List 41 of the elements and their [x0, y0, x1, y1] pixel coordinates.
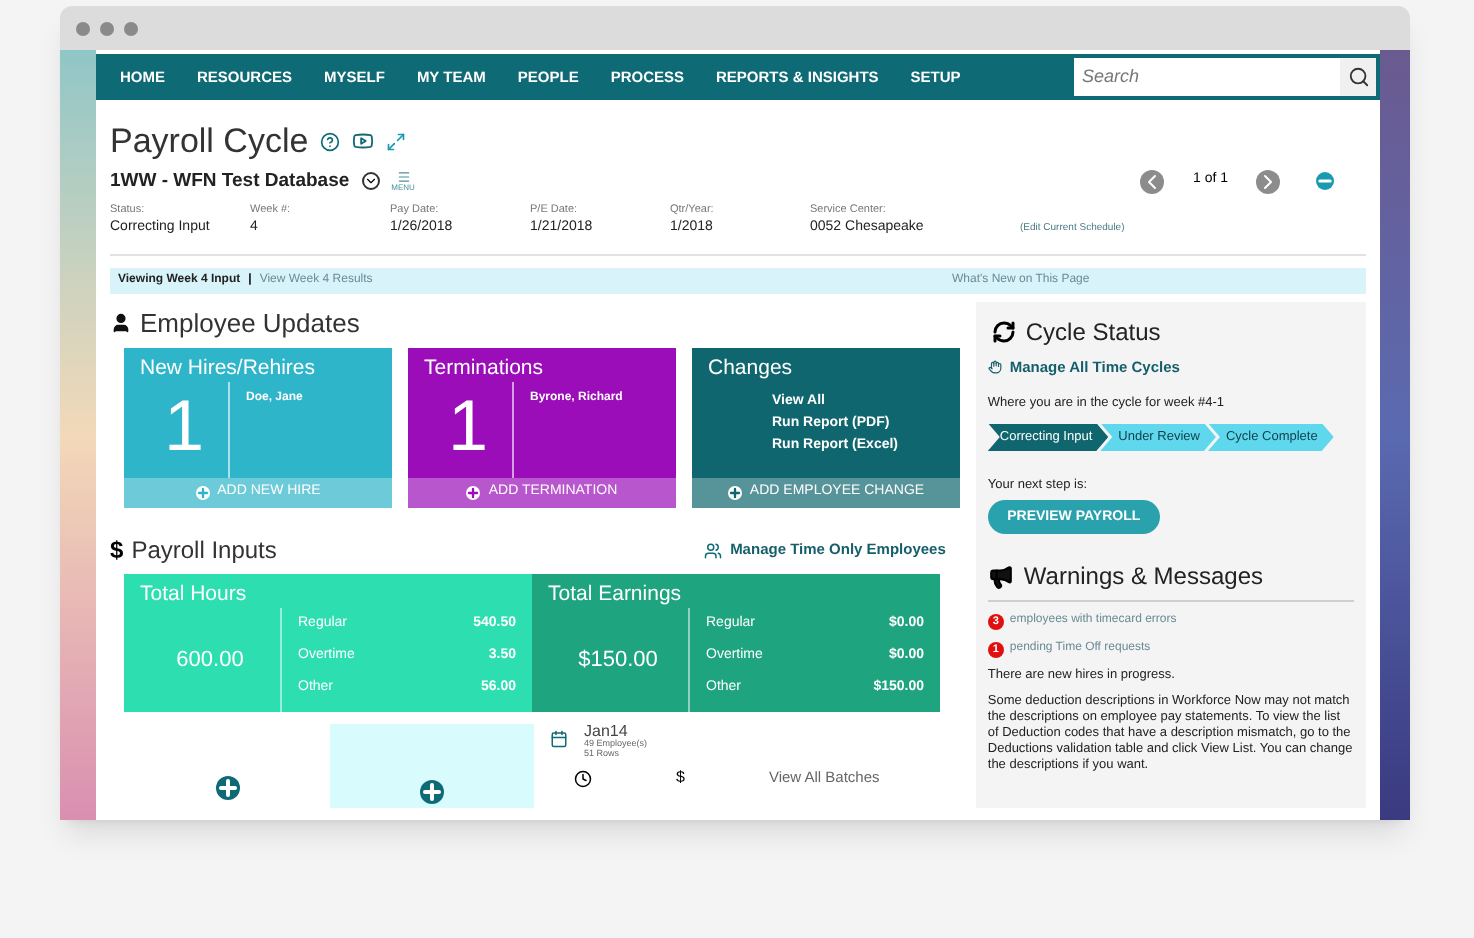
dollar-cycle-icon: $ [110, 532, 124, 568]
plus-icon [195, 486, 210, 500]
total-value: $150.00 [576, 645, 660, 676]
panel-title: Cycle Status [1025, 315, 1161, 349]
collapse-icon[interactable] [1316, 172, 1334, 191]
megaphone-icon [987, 563, 1014, 590]
calendar-icon [550, 730, 568, 748]
clock-icon[interactable] [574, 769, 592, 787]
add-batch-icon[interactable] [215, 776, 239, 800]
search-field[interactable]: Search [1074, 58, 1340, 96]
next-icon[interactable] [1256, 169, 1280, 194]
video-icon[interactable] [352, 130, 375, 153]
plus-icon [727, 486, 742, 500]
card-title: Terminations [422, 354, 546, 383]
refresh-icon [991, 319, 1016, 343]
panel-title: Warnings & Messages [1023, 560, 1263, 595]
hand-icon[interactable] [987, 359, 1002, 374]
person-icon [110, 311, 132, 334]
database-name: 1WW - WFN Test Database [110, 167, 350, 195]
page-title: Payroll Cycle [110, 120, 309, 164]
total-value: 600.00 [174, 645, 246, 676]
people-icon[interactable] [704, 541, 723, 559]
card-count: 1 [140, 382, 230, 478]
total-title: Total Hours [140, 582, 249, 609]
search-button[interactable] [1340, 58, 1376, 96]
menu-icon[interactable] [393, 170, 414, 185]
search-icon [1347, 66, 1369, 88]
section-title: Payroll Inputs [131, 534, 277, 568]
chevron-icon[interactable] [361, 172, 380, 191]
add-batch-icon[interactable] [420, 780, 444, 804]
card-title: New Hires/Rehires [138, 354, 318, 383]
card-title: Changes [706, 354, 795, 383]
previous-icon[interactable] [1140, 169, 1165, 194]
plus-icon [466, 486, 481, 500]
help-icon[interactable] [320, 131, 341, 152]
section-title: Employee Updates [140, 305, 360, 342]
batch-name[interactable]: Jan14 [584, 724, 648, 740]
expand-icon[interactable] [386, 131, 407, 152]
total-title: Total Earnings [548, 582, 684, 609]
card-count: 1 [424, 382, 514, 478]
dollar-sign[interactable]: $ [676, 766, 685, 790]
